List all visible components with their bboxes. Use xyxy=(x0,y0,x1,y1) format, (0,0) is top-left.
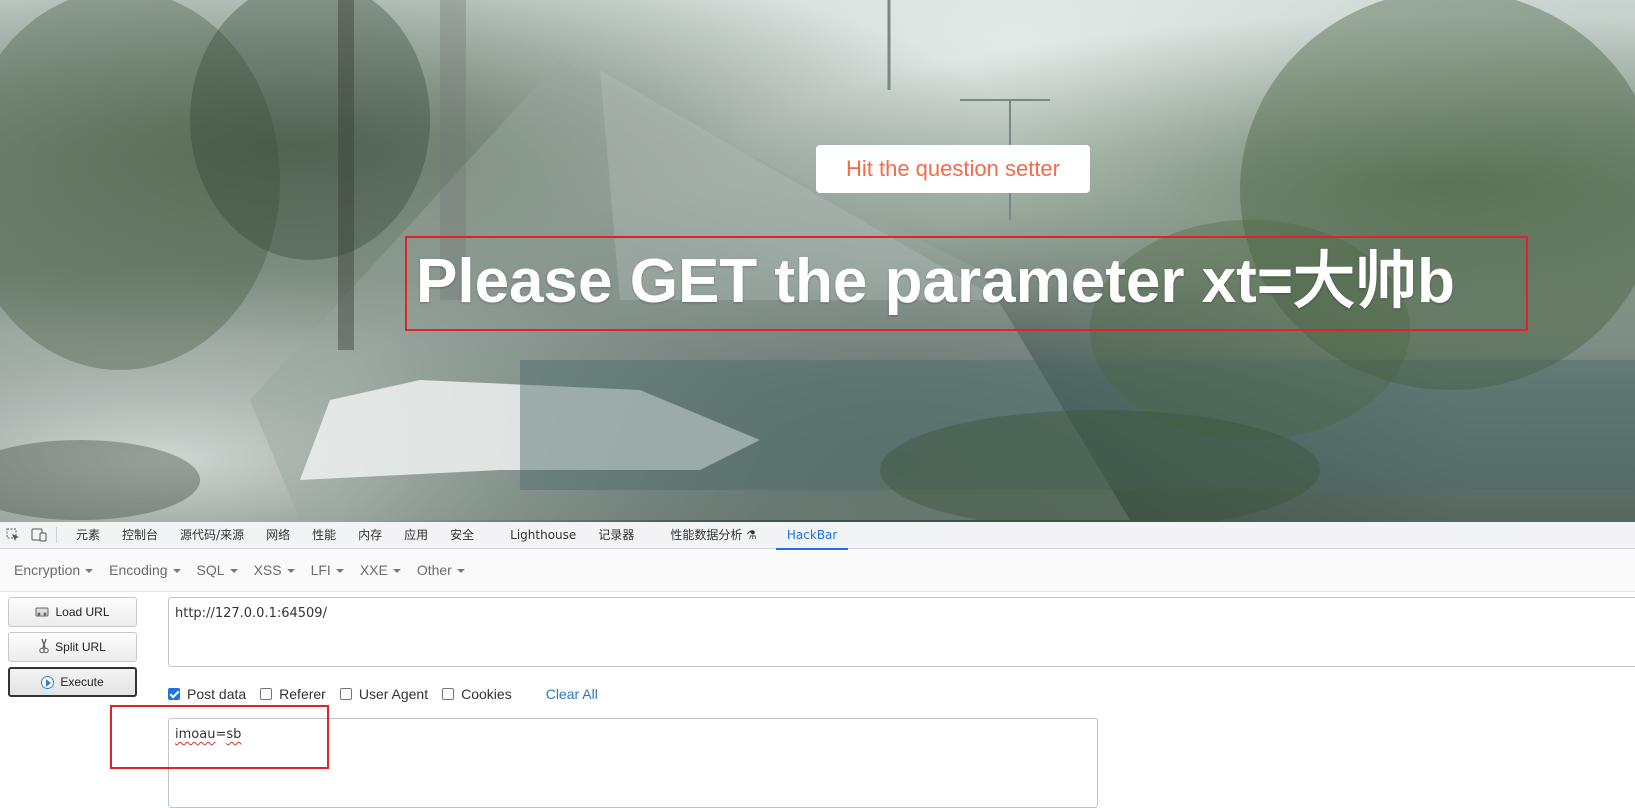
toolbar-divider xyxy=(56,527,57,543)
menu-label: Encryption xyxy=(14,562,81,578)
cookies-label: Cookies xyxy=(461,686,512,702)
tab-memory[interactable]: 内存 xyxy=(347,522,393,549)
menu-lfi[interactable]: LFI xyxy=(303,562,352,578)
referer-checkbox[interactable] xyxy=(260,688,273,700)
menu-xxe[interactable]: XXE xyxy=(352,562,409,578)
tab-sources[interactable]: 源代码/来源 xyxy=(169,522,255,549)
annotation-highlight-box xyxy=(110,705,329,769)
post-data-option[interactable]: Post data xyxy=(168,686,246,702)
tab-lighthouse[interactable]: Lighthouse xyxy=(499,522,587,549)
caret-down-icon xyxy=(229,569,238,574)
request-options: Post data Referer User Agent Cookies Cle… xyxy=(168,684,598,704)
execute-label: Execute xyxy=(60,675,104,689)
menu-label: LFI xyxy=(310,562,331,578)
device-toolbar-icon[interactable] xyxy=(26,522,52,549)
load-url-label: Load URL xyxy=(55,605,110,619)
play-icon xyxy=(41,675,55,689)
url-input[interactable]: http://127.0.0.1:64509/ xyxy=(168,597,1635,667)
caret-down-icon xyxy=(85,569,94,574)
menu-label: SQL xyxy=(196,562,225,578)
referer-label: Referer xyxy=(279,686,326,702)
post-data-checkbox[interactable] xyxy=(168,688,180,700)
load-url-button[interactable]: Load URL xyxy=(8,597,137,627)
cookies-option[interactable]: Cookies xyxy=(442,686,512,702)
user-agent-checkbox[interactable] xyxy=(339,688,352,700)
get-parameter-message: Please GET the parameter xt=大帅b xyxy=(416,247,1455,316)
split-url-button[interactable]: Split URL xyxy=(8,632,137,662)
tab-console[interactable]: 控制台 xyxy=(111,522,169,549)
caret-down-icon xyxy=(456,569,465,574)
execute-button[interactable]: Execute xyxy=(8,667,137,697)
menu-label: Other xyxy=(416,562,452,578)
tab-hackbar[interactable]: HackBar xyxy=(775,522,849,550)
inspect-element-icon[interactable] xyxy=(0,522,26,549)
tab-network[interactable]: 网络 xyxy=(255,522,301,549)
tab-security[interactable]: 安全 xyxy=(439,522,485,549)
caret-down-icon xyxy=(286,569,295,574)
devtools-tabbar: 元素 控制台 源代码/来源 网络 性能 内存 应用 安全 Lighthouse … xyxy=(0,522,1635,550)
menu-other[interactable]: Other xyxy=(409,562,473,578)
split-url-label: Split URL xyxy=(55,640,106,654)
menu-sql[interactable]: SQL xyxy=(189,562,246,578)
caret-down-icon xyxy=(392,569,401,574)
load-url-icon xyxy=(35,605,49,620)
referer-option[interactable]: Referer xyxy=(260,686,326,702)
menu-label: XSS xyxy=(253,562,282,578)
tab-elements[interactable]: 元素 xyxy=(65,522,111,549)
tab-application[interactable]: 应用 xyxy=(393,522,439,549)
clear-all-link[interactable]: Clear All xyxy=(546,686,598,702)
post-data-label: Post data xyxy=(187,686,247,702)
menu-label: XXE xyxy=(359,562,388,578)
caret-down-icon xyxy=(335,569,344,574)
tab-recorder[interactable]: 记录器 xyxy=(587,522,645,549)
hackbar-menubar: Encryption Encoding SQL XSS LFI XXE Othe… xyxy=(0,549,1635,592)
user-agent-option[interactable]: User Agent xyxy=(339,686,429,702)
hit-question-setter-button[interactable]: Hit the question setter xyxy=(816,145,1090,193)
cookies-checkbox[interactable] xyxy=(442,688,455,700)
page-viewport: Hit the question setter Please GET the p… xyxy=(0,0,1635,522)
scissors-icon xyxy=(39,638,49,657)
menu-encoding[interactable]: Encoding xyxy=(101,562,188,578)
menu-encryption[interactable]: Encryption xyxy=(6,562,101,578)
tab-performance[interactable]: 性能 xyxy=(301,522,347,549)
tab-performance-insights[interactable]: 性能数据分析 ⚗ xyxy=(659,522,768,549)
caret-down-icon xyxy=(172,569,181,574)
user-agent-label: User Agent xyxy=(358,686,429,702)
menu-label: Encoding xyxy=(109,562,168,578)
menu-xss[interactable]: XSS xyxy=(246,562,303,578)
